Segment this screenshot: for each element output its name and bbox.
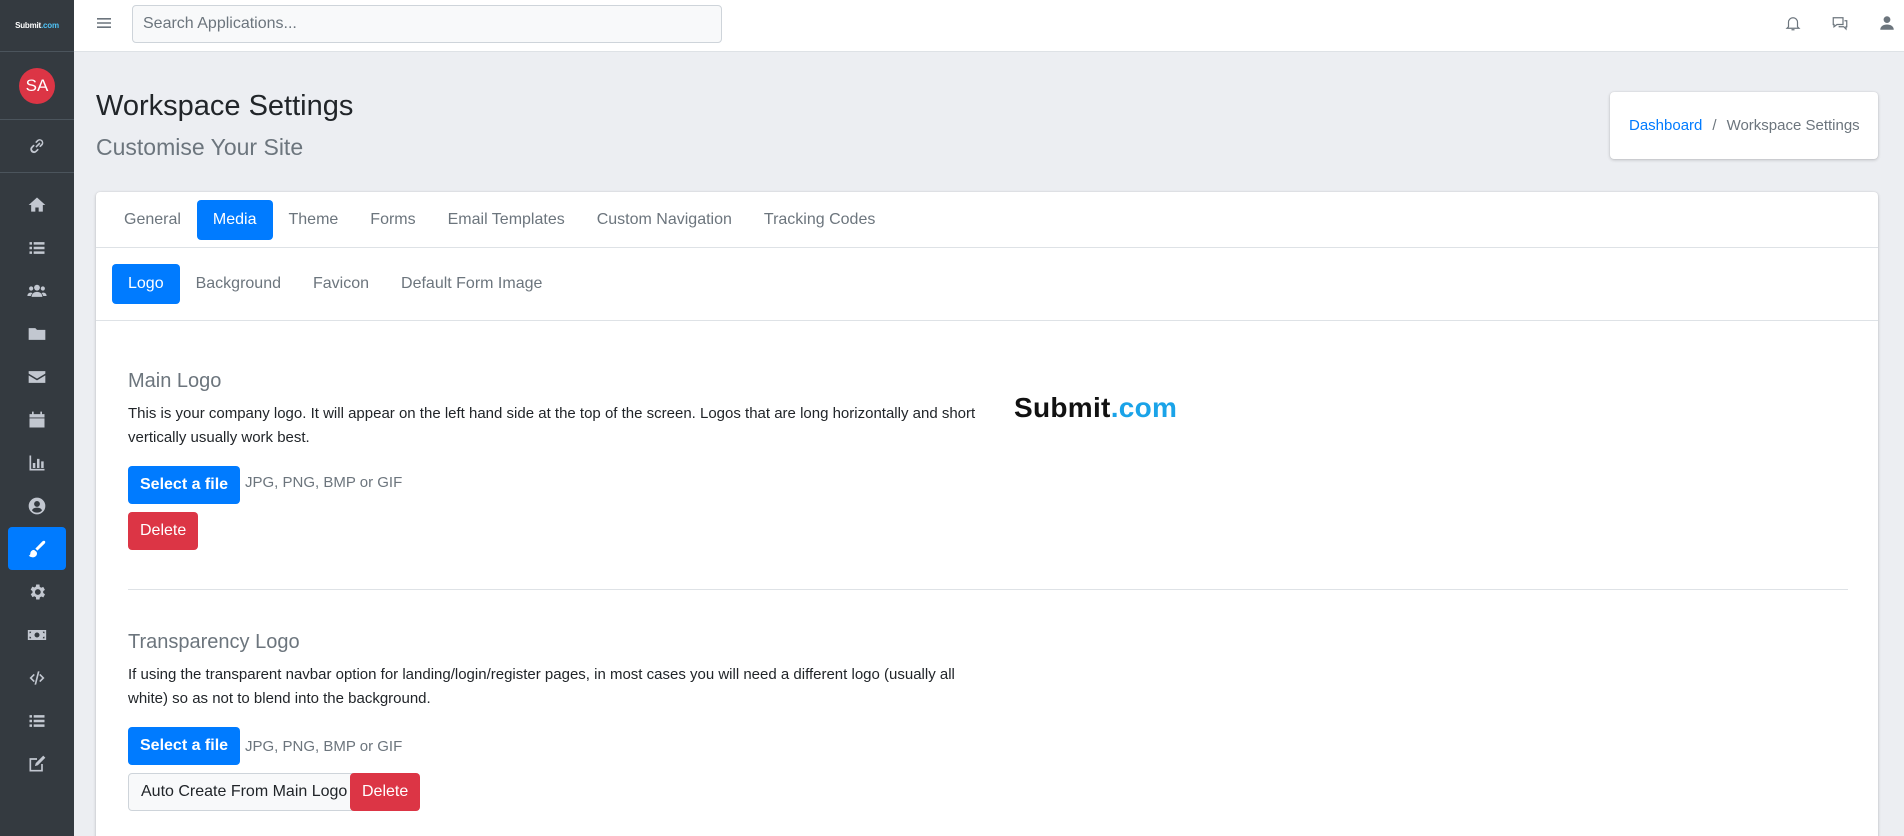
chat-icon: [1832, 17, 1848, 31]
bell-icon: [1785, 17, 1801, 31]
page-title: Workspace Settings: [96, 90, 354, 122]
tab-media[interactable]: Media: [196, 200, 273, 240]
sidebar-brand-logo[interactable]: Submit.com: [0, 0, 74, 52]
edit-icon: [29, 755, 46, 771]
main-logo-select-file-button[interactable]: Select a file: [128, 466, 241, 504]
sidebar-item-settings[interactable]: [8, 570, 66, 613]
topbar: [74, 0, 1904, 52]
sidebar-item-edit[interactable]: [8, 742, 66, 785]
notifications-button[interactable]: [1784, 14, 1804, 34]
sidebar-item-profile[interactable]: [8, 484, 66, 527]
money-icon: [27, 629, 47, 640]
sidebar-item-links[interactable]: [0, 120, 74, 173]
tab-theme[interactable]: Theme: [273, 200, 355, 240]
auto-create-from-main-logo-button[interactable]: Auto Create From Main Logo: [128, 773, 361, 811]
search-input[interactable]: [132, 5, 722, 43]
avatar[interactable]: SA: [19, 67, 55, 104]
sidebar-item-list-2[interactable]: [8, 699, 66, 742]
main-logo-delete-button[interactable]: Delete: [128, 512, 199, 550]
envelope-icon: [28, 370, 46, 383]
menu-toggle-button[interactable]: [96, 15, 112, 31]
sidebar-item-reports[interactable]: [8, 441, 66, 484]
code-icon: [29, 670, 45, 685]
main-logo-title: Main Logo: [128, 370, 222, 392]
messages-button[interactable]: [1831, 14, 1851, 34]
user-circle-icon: [28, 497, 46, 514]
tab-email-templates[interactable]: Email Templates: [432, 200, 581, 240]
settings-card: General Media Theme Forms Email Template…: [96, 192, 1878, 836]
sidebar-item-code[interactable]: [8, 656, 66, 699]
subtab-favicon[interactable]: Favicon: [297, 264, 385, 304]
transparency-logo-formats-hint: JPG, PNG, BMP or GIF: [245, 738, 403, 755]
tab-forms[interactable]: Forms: [354, 200, 431, 240]
sidebar-item-calendar[interactable]: [8, 398, 66, 441]
sidebar-item-billing[interactable]: [8, 613, 66, 656]
sidebar-item-customise[interactable]: [8, 527, 66, 570]
link-icon: [30, 139, 44, 154]
main-logo-formats-hint: JPG, PNG, BMP or GIF: [245, 474, 403, 491]
media-subtabs: Logo Background Favicon Default Form Ima…: [96, 248, 1878, 321]
tab-tracking-codes[interactable]: Tracking Codes: [748, 200, 891, 240]
page-subtitle: Customise Your Site: [96, 134, 304, 160]
section-divider: [128, 589, 1848, 590]
folder-icon: [28, 327, 46, 340]
sidebar: Submit.com SA: [0, 0, 74, 836]
chart-icon: [29, 455, 45, 470]
hamburger-icon: [97, 18, 111, 28]
user-menu-button[interactable]: [1878, 14, 1898, 34]
main-logo-preview: Submit.com: [1014, 392, 1178, 423]
sidebar-item-users[interactable]: [8, 269, 66, 312]
transparency-logo-delete-button[interactable]: Delete: [350, 773, 421, 811]
subtab-logo[interactable]: Logo: [112, 264, 180, 304]
transparency-logo-description: If using the transparent navbar option f…: [128, 666, 955, 707]
paintbrush-icon: [28, 540, 46, 557]
list-icon: [29, 241, 45, 254]
settings-tabs: General Media Theme Forms Email Template…: [96, 192, 1878, 248]
sidebar-item-home[interactable]: [8, 183, 66, 226]
home-icon: [28, 197, 46, 212]
gear-icon: [30, 584, 45, 599]
transparency-logo-select-file-button[interactable]: Select a file: [128, 727, 241, 765]
tab-custom-navigation[interactable]: Custom Navigation: [581, 200, 748, 240]
sidebar-item-mail[interactable]: [8, 355, 66, 398]
breadcrumb-dashboard-link[interactable]: Dashboard: [1629, 117, 1702, 134]
sidebar-user: SA: [0, 52, 74, 120]
transparency-logo-title: Transparency Logo: [128, 631, 300, 653]
sidebar-item-list[interactable]: [8, 226, 66, 269]
subtab-background[interactable]: Background: [180, 264, 297, 304]
list-icon: [29, 714, 45, 727]
main-logo-description: This is your company logo. It will appea…: [128, 405, 976, 446]
breadcrumb-current: Workspace Settings: [1726, 117, 1860, 134]
breadcrumb-separator: /: [1712, 117, 1717, 134]
user-icon: [1880, 16, 1894, 30]
users-icon: [27, 284, 47, 297]
tab-general[interactable]: General: [108, 200, 197, 240]
subtab-default-form-image[interactable]: Default Form Image: [385, 264, 558, 304]
sidebar-item-folders[interactable]: [8, 312, 66, 355]
breadcrumb: Dashboard / Workspace Settings: [1610, 92, 1878, 159]
brand-text: Submit.com: [15, 21, 59, 30]
calendar-icon: [29, 411, 45, 427]
